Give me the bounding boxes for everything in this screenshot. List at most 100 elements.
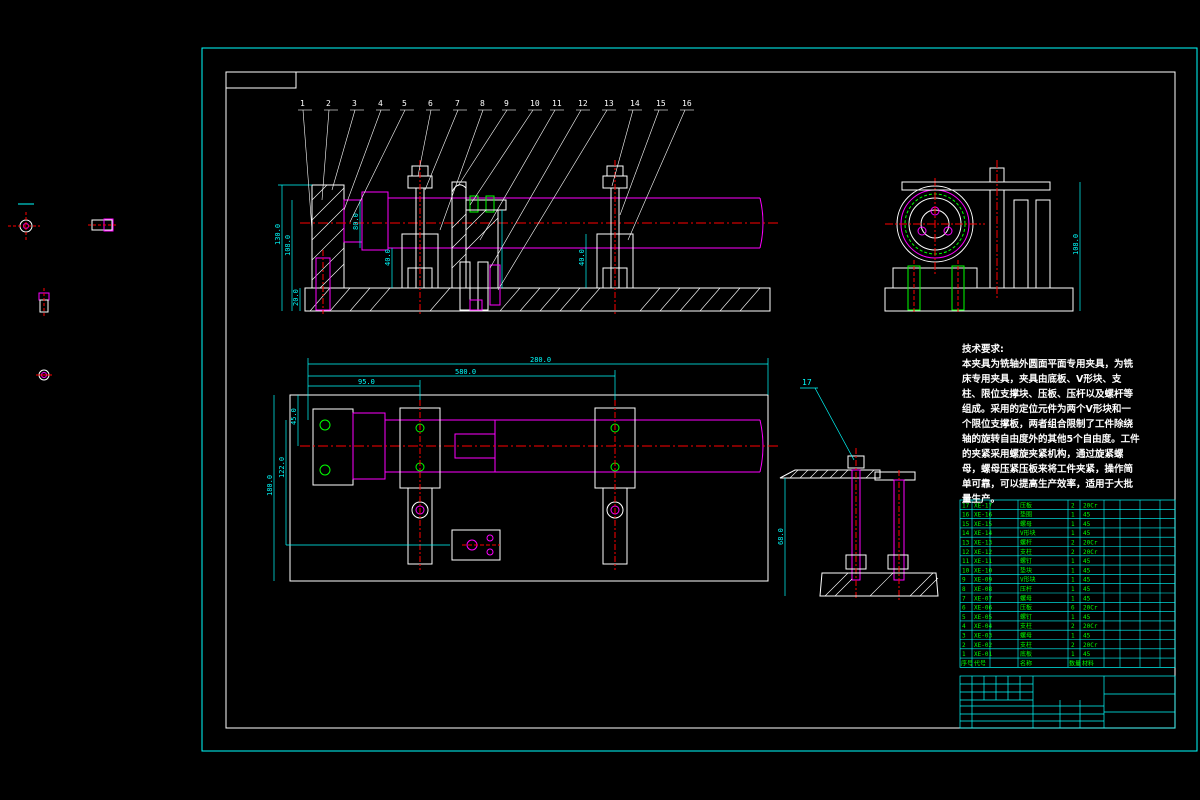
dim-top-vertical-2: 122.0 [278,457,286,478]
bom-cell: XE-02 [974,642,992,649]
bom-cell: 20Cr [1083,540,1098,547]
technical-requirements: 技术要求: 本夹具为铣轴外圆面平面专用夹具，为铣床专用夹具，夹具由底板、V形块、… [962,342,1140,507]
dim-top-span-1: 580.0 [455,368,476,376]
bom-cell: 45 [1083,530,1091,537]
balloon-label: 16 [682,99,692,108]
bom-cell: 2 [1071,540,1075,547]
balloon-label: 5 [402,99,407,108]
bom-cell: 1 [1071,521,1075,528]
bom-cell: 数量 [1069,659,1081,667]
bom-cell: XE-16 [974,512,992,519]
bom-cell: XE-14 [974,530,992,537]
bom-cell: XE-15 [974,521,992,528]
bom-cell: 1 [1071,633,1075,640]
bom-cell: 45 [1083,586,1091,593]
bom-cell: 16 [962,512,970,519]
dim-side-height: 108.0 [1072,234,1080,255]
bom-cell: XE-06 [974,605,992,612]
bom-cell: 1 [1071,586,1075,593]
bom-cell: 20Cr [1083,549,1098,556]
balloon-label: 11 [552,99,562,108]
bom-cell: 45 [1083,651,1091,658]
bom-cell: XE-01 [974,651,992,658]
balloon-label: 3 [352,99,357,108]
tech-requirements-body: 本夹具为铣轴外圆面平面专用夹具，为铣床专用夹具，夹具由底板、V形块、支柱、限位支… [962,359,1140,505]
bom-cell: XE-11 [974,558,992,565]
bom-cell: 压板 [1020,604,1032,612]
bom-cell: 压杆 [1020,585,1032,593]
dim-top-vertical-1: 45.0 [290,408,298,425]
balloon-17: 17 [802,378,812,387]
bom-cell: 1 [1071,558,1075,565]
bom-cell: XE-10 [974,567,992,574]
dim-mid: 40.0 [578,249,586,266]
bom-cell: 螺母 [1020,520,1032,528]
balloon-label: 7 [455,99,460,108]
bom-cell: 支柱 [1020,548,1032,556]
bom-cell: 2 [962,642,966,649]
bom-cell: 螺钉 [1020,613,1032,621]
balloon-label: 9 [504,99,509,108]
bom-cell: 11 [962,558,970,565]
bom-cell: V形块 [1020,529,1036,537]
bom-cell: 1 [1071,651,1075,658]
bom-cell: XE-12 [974,549,992,556]
bom-cell: 材料 [1082,659,1094,667]
bom-cell: XE-07 [974,595,992,602]
bom-cell: 垫圈 [1020,511,1032,519]
balloon-label: 14 [630,99,640,108]
dim-base: 20.0 [292,289,300,306]
bom-cell: 1 [1071,567,1075,574]
bom-cell: 6 [1071,605,1075,612]
bom-cell: 序号 [961,659,973,667]
bom-cell: 20Cr [1083,642,1098,649]
bom-cell: XE-05 [974,614,992,621]
bom-cell: 螺钉 [1020,557,1032,565]
dim-top-overall: 280.0 [530,356,551,364]
dim-top-span-2: 95.0 [358,378,375,386]
dim-section-height: 68.0 [777,528,785,545]
bom-cell: 15 [962,521,970,528]
balloon-label: 8 [480,99,485,108]
bom-cell: XE-09 [974,577,992,584]
bom-cell: 1 [1071,530,1075,537]
dim-top-vertical-3: 180.0 [266,475,274,496]
balloon-label: 10 [530,99,540,108]
bom-cell: 45 [1083,577,1091,584]
balloon-label: 15 [656,99,666,108]
bom-cell: 8 [962,586,966,593]
bom-cell: XE-04 [974,623,992,630]
bom-cell: 螺杆 [1020,539,1032,547]
bom-cell: 5 [962,614,966,621]
bom-cell: 6 [962,605,966,612]
bom-cell: 12 [962,549,970,556]
bom-cell: XE-03 [974,633,992,640]
balloon-label: 1 [300,99,305,108]
bom-cell: 7 [962,595,966,602]
bom-cell: 2 [1071,642,1075,649]
bom-cell: 45 [1083,558,1091,565]
bom-cell: 9 [962,577,966,584]
bom-cell: 45 [1083,633,1091,640]
bom-cell: 1 [1071,512,1075,519]
dim-total-height: 130.0 [274,224,282,245]
balloon-label: 13 [604,99,614,108]
bom-cell: 45 [1083,614,1091,621]
bom-cell: 垫块 [1020,566,1032,574]
bom-cell: 底板 [1020,650,1032,658]
bom-cell: 45 [1083,512,1091,519]
bom-cell: 2 [1071,623,1075,630]
bom-cell: 螺母 [1020,632,1032,640]
bom-cell: 20Cr [1083,623,1098,630]
bom-cell: 45 [1083,567,1091,574]
tech-requirements-title: 技术要求: [962,344,1004,355]
bom-cell: 1 [1071,595,1075,602]
bom-cell: 1 [962,651,966,658]
bom-cell: 2 [1071,549,1075,556]
balloon-label: 12 [578,99,588,108]
bom-cell: 20Cr [1083,605,1098,612]
balloon-label: 2 [326,99,331,108]
bom-cell: 13 [962,540,970,547]
bom-cell: 代号 [974,659,986,667]
bom-cell: 1 [1071,614,1075,621]
